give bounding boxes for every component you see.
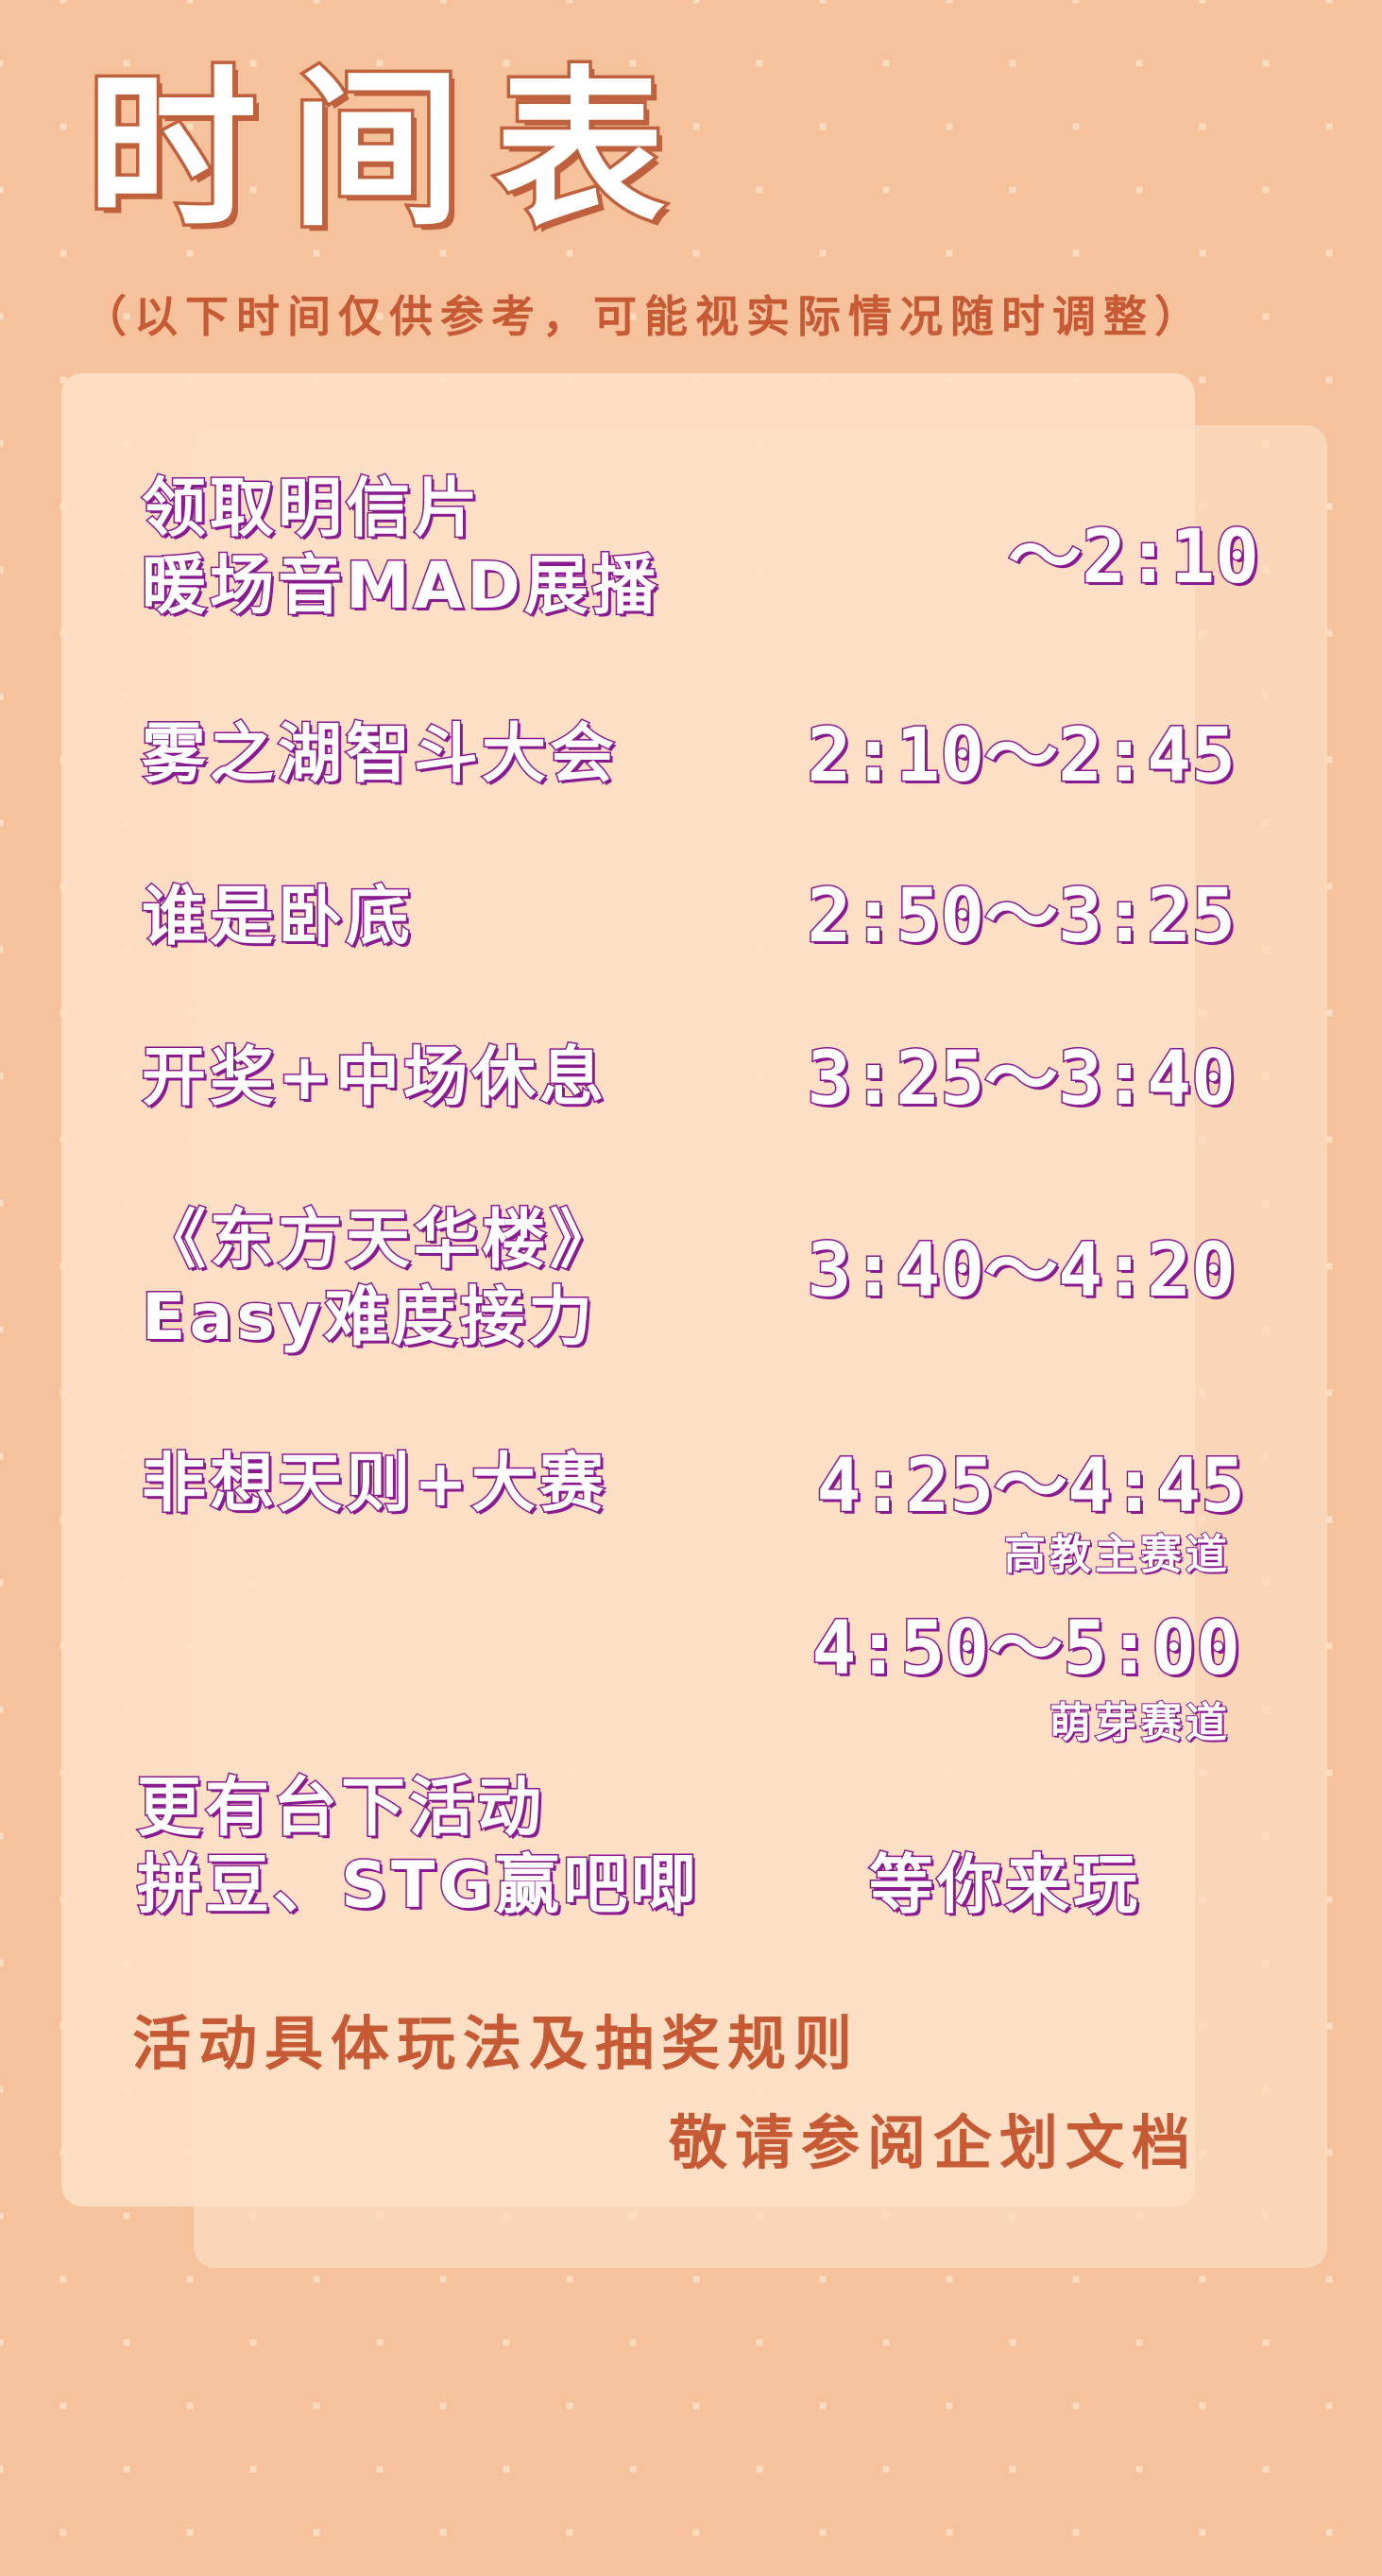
schedule-item-label: 《东方天华楼》 Easy难度接力: [140, 1202, 619, 1357]
schedule-item-label: 领取明信片 暖场音MAD展播: [141, 471, 660, 626]
footer-line-1: 活动具体玩法及抽奖规则: [132, 2009, 861, 2078]
schedule-item-label: 开奖+中场休息: [141, 1039, 607, 1117]
track-note: 萌芽赛道: [1049, 1698, 1231, 1748]
footer-line-2: 敬请参阅企划文档: [669, 2108, 1199, 2177]
schedule-item-time: 4:25～4:45: [815, 1443, 1247, 1531]
schedule-item-time: 3:25～3:40: [806, 1036, 1237, 1124]
schedule-item-time: 2:50～3:25: [806, 873, 1237, 961]
schedule-item-time: ～2:10: [1007, 514, 1261, 602]
offstage-invite: 等你来玩: [867, 1847, 1142, 1925]
schedule-item-time: 2:10～2:45: [806, 713, 1237, 800]
page-subtitle: （以下时间仅供参考，可能视实际情况随时调整）: [83, 291, 1205, 342]
schedule-item-time: 3:40～4:20: [806, 1228, 1237, 1315]
track-note: 高教主赛道: [1003, 1530, 1231, 1580]
schedule-item-label: 非想天则+大赛: [141, 1446, 607, 1523]
page-title: 时间表: [83, 52, 700, 249]
schedule-item-label: 雾之湖智斗大会: [140, 716, 619, 794]
offstage-activities: 更有台下活动 拼豆、STG赢吧唧: [135, 1770, 700, 1925]
schedule-item-label: 谁是卧底: [140, 879, 415, 956]
schedule-item-time: 4:50～5:00: [810, 1606, 1242, 1693]
